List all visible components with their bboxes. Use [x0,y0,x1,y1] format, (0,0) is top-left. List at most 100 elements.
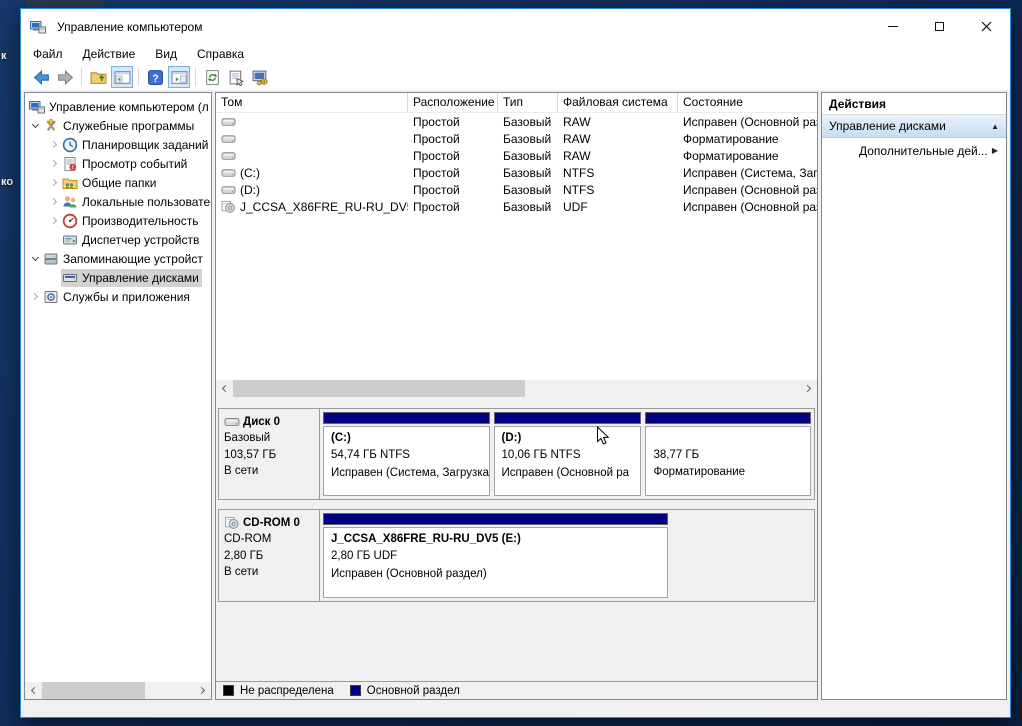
manage-computer-icon [252,69,269,86]
console-tree-pane: Управление компьютером (л Служебные прог… [24,92,212,700]
tree-item-label: Служебные программы [63,119,194,133]
help-button[interactable]: ? [144,66,166,88]
menu-action[interactable]: Действие [73,45,146,63]
menu-help[interactable]: Справка [187,45,254,63]
back-button[interactable] [30,66,52,88]
tree-item-shared-folders[interactable]: Общие папки [25,173,211,192]
cd-drive-icon [224,517,240,529]
volume-row[interactable]: (C:) Простой Базовый NTFS Исправен (Сист… [216,164,817,181]
volume-row[interactable]: (D:) Простой Базовый NTFS Исправен (Осно… [216,181,817,198]
volume-type: Базовый [498,200,558,214]
volume-row[interactable]: Простой Базовый RAW Форматирование [216,130,817,147]
chevron-right-icon[interactable] [47,195,61,209]
tree-item-local-users[interactable]: Локальные пользовате [25,192,211,211]
chevron-right-icon[interactable] [47,214,61,228]
back-icon [33,69,50,86]
disk-status: В сети [224,463,317,479]
scrollbar-thumb[interactable] [42,682,145,699]
menu-file[interactable]: Файл [23,45,73,63]
tree-item-task-scheduler[interactable]: Планировщик заданий [25,135,211,154]
window-bottom-strip [21,700,1010,717]
show-action-pane-button[interactable] [168,66,190,88]
properties-button[interactable] [225,66,247,88]
show-console-tree-icon [114,69,131,86]
up-folder-button[interactable] [87,66,109,88]
volume-row[interactable]: Простой Базовый RAW Исправен (Основной р… [216,113,817,130]
volume-icon [221,150,236,162]
scrollbar-thumb[interactable] [233,380,525,397]
actions-pane: Действия Управление дисками ▲ Дополнител… [821,92,1007,700]
close-button[interactable] [963,9,1010,44]
tree-item-system-tools[interactable]: Служебные программы [25,116,211,135]
partition-color-bar [323,513,668,525]
partition-c[interactable]: (C:) 54,74 ГБ NTFS Исправен (Система, За… [323,412,490,496]
column-header-filesystem[interactable]: Файловая система [558,93,678,112]
volume-type: Базовый [498,183,558,197]
tree-item-storage[interactable]: Запоминающие устройст [25,249,211,268]
event-viewer-icon [62,156,78,172]
chevron-down-icon[interactable] [28,252,42,266]
minimize-button[interactable] [869,9,916,44]
chevron-down-icon[interactable] [28,119,42,133]
shared-folders-icon [62,175,78,191]
partition-status: Исправен (Основной раздел) [331,566,660,583]
refresh-button[interactable] [201,66,223,88]
actions-group-label: Управление дисками [829,119,991,133]
partition-formatting[interactable]: 38,77 ГБ Форматирование [645,412,811,496]
partition-e[interactable]: J_CCSA_X86FRE_RU-RU_DV5 (E:) 2,80 ГБ UDF… [323,513,668,598]
disk-size: 103,57 ГБ [224,447,317,463]
tree-horizontal-scrollbar[interactable] [25,682,211,699]
scroll-right-arrow[interactable] [800,380,817,397]
menu-view[interactable]: Вид [145,45,187,63]
toolbar-separator [195,68,196,86]
column-header-status[interactable]: Состояние [678,93,817,112]
manage-computer-button[interactable] [249,66,271,88]
cdrom-0-row: CD-ROM 0 CD-ROM 2,80 ГБ В сети J_CCSA_X8… [218,509,815,602]
cdrom-0-partitions: J_CCSA_X86FRE_RU-RU_DV5 (E:) 2,80 ГБ UDF… [320,510,814,601]
tree-item-disk-management[interactable]: Управление дисками [25,268,211,287]
chevron-right-icon[interactable] [47,157,61,171]
partition-letter: J_CCSA_X86FRE_RU-RU_DV5 (E:) [331,531,660,548]
scrollbar-track[interactable] [42,682,194,699]
title-bar[interactable]: Управление компьютером [21,9,1010,44]
partition-legend: Не распределена Основной раздел [216,681,817,699]
partition-letter: (D:) [502,430,634,447]
actions-item-more-actions[interactable]: Дополнительные дей... ▶ [822,138,1006,163]
tree-item-performance[interactable]: Производительность [25,211,211,230]
partition-size-fs: 54,74 ГБ NTFS [331,447,482,464]
disk-0-row: Диск 0 Базовый 103,57 ГБ В сети (C:) 54,… [218,408,815,500]
up-folder-icon [90,69,107,86]
chevron-right-icon[interactable] [47,176,61,190]
actions-group-disk-management[interactable]: Управление дисками ▲ [822,115,1006,138]
forward-button[interactable] [54,66,76,88]
properties-icon [228,69,245,86]
tree-item-computer-management[interactable]: Управление компьютером (л [25,97,211,116]
partition-d[interactable]: (D:) 10,06 ГБ NTFS Исправен (Основной ра [494,412,642,496]
maximize-button[interactable] [916,9,963,44]
refresh-icon [204,69,221,86]
tree-item-services-applications[interactable]: Службы и приложения [25,287,211,306]
tree-item-event-viewer[interactable]: Просмотр событий [25,154,211,173]
column-header-volume[interactable]: Том [216,93,408,112]
column-header-layout[interactable]: Расположение [408,93,498,112]
volume-row[interactable]: J_CCSA_X86FRE_RU-RU_DV5 (E:) Простой Баз… [216,198,817,215]
cdrom-0-info[interactable]: CD-ROM 0 CD-ROM 2,80 ГБ В сети [219,510,320,601]
column-header-type[interactable]: Тип [498,93,558,112]
partition-color-bar [494,412,642,424]
disk-status: В сети [224,564,317,580]
volume-list: Том Расположение Тип Файловая система Со… [216,93,817,380]
tree-item-device-manager[interactable]: Диспетчер устройств [25,230,211,249]
volume-list-horizontal-scrollbar[interactable] [216,380,817,397]
disk-0-info[interactable]: Диск 0 Базовый 103,57 ГБ В сети [219,409,320,499]
volume-row[interactable]: Простой Базовый RAW Форматирование [216,147,817,164]
scroll-left-arrow[interactable] [216,380,233,397]
chevron-right-icon[interactable] [28,290,42,304]
show-console-tree-button[interactable] [111,66,133,88]
chevron-right-icon[interactable] [47,138,61,152]
collapse-arrow-icon[interactable]: ▲ [991,122,999,131]
tree-item-label: Диспетчер устройств [82,233,199,247]
scroll-right-arrow[interactable] [194,682,211,699]
storage-icon [43,251,59,267]
scrollbar-track[interactable] [233,380,800,397]
scroll-left-arrow[interactable] [25,682,42,699]
